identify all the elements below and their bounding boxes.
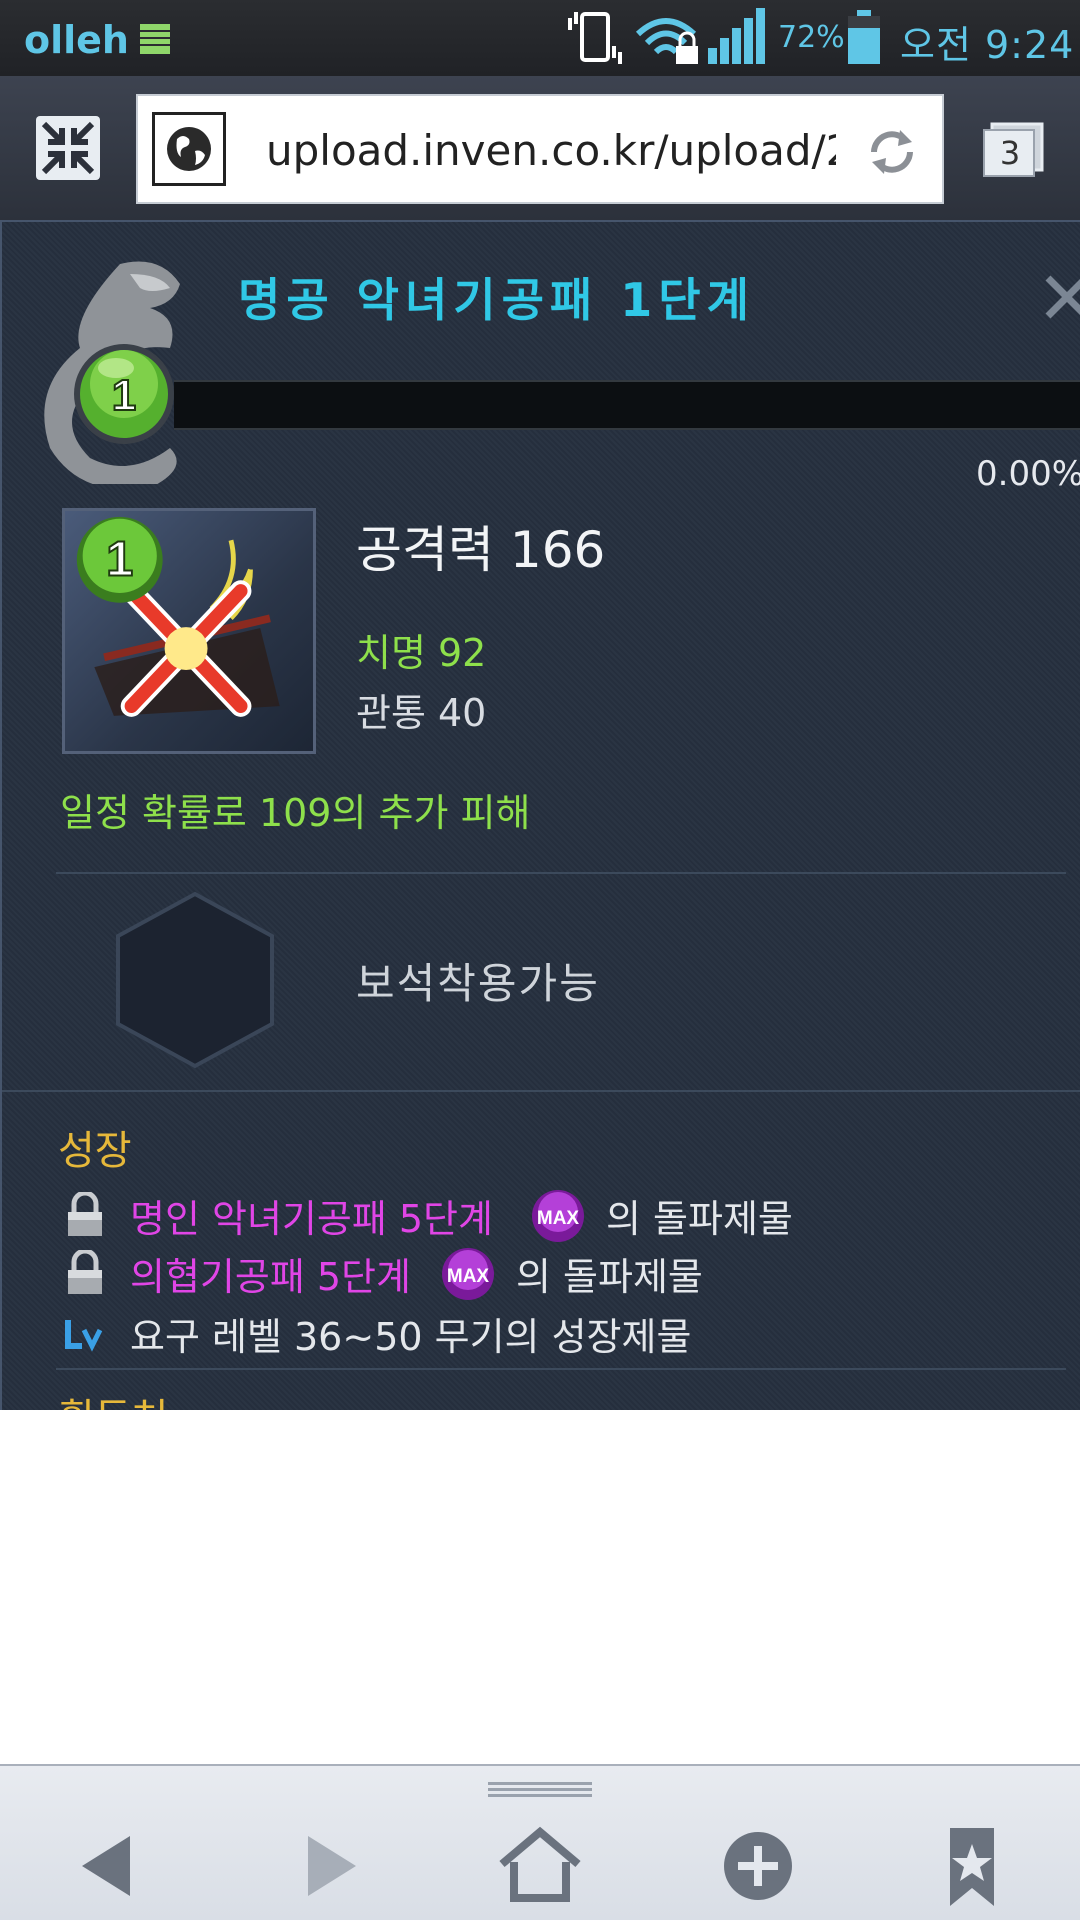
sim-icon (140, 24, 170, 54)
effect-text: 일정 확률로 109의 추가 피해 (60, 791, 531, 835)
wifi-lock-icon (635, 18, 698, 64)
bookmark-icon[interactable] (924, 1818, 1020, 1914)
gem-slot-icon (116, 891, 274, 1069)
lock-icon (68, 1192, 102, 1236)
gem-slot-label: 보석착용가능 (356, 959, 600, 1008)
attack-stat: 공격력 166 (356, 521, 606, 579)
acquisition-heading: 획득처 (58, 1386, 168, 1410)
lv-icon (65, 1320, 103, 1352)
address-bar[interactable]: upload.inven.co.kr/upload/20 (136, 94, 944, 204)
battery-icon (848, 10, 880, 64)
dragon-emblem-icon: 1 (44, 261, 180, 484)
growth-item-name: 명인 악녀기공패 5단계 (130, 1197, 493, 1241)
status-bar: olleh 72% 오전 9:24 (0, 0, 1080, 76)
new-tab-icon[interactable] (710, 1818, 806, 1914)
growth-item-suffix: 의 돌파제물 (516, 1255, 703, 1299)
vibrate-icon (568, 12, 622, 64)
forward-icon[interactable] (282, 1818, 378, 1914)
home-icon[interactable] (492, 1818, 588, 1914)
growth-requirement: 요구 레벨 36~50 무기의 성장제물 (130, 1315, 692, 1359)
tab-count: 3 (999, 134, 1021, 172)
back-icon[interactable] (60, 1818, 156, 1914)
fullscreen-exit-icon (41, 121, 95, 175)
divider (56, 872, 1066, 874)
url-text[interactable]: upload.inven.co.kr/upload/20 (266, 126, 836, 182)
item-icon: 1 (62, 508, 316, 754)
reload-icon[interactable] (862, 122, 922, 182)
close-icon[interactable] (1042, 272, 1080, 322)
clock: 오전 9:24 (900, 23, 1075, 67)
battery-percent: 72% (778, 20, 845, 55)
item-title: 명공 악녀기공패 1단계 (238, 273, 755, 327)
carrier-label: olleh (24, 18, 129, 62)
fullscreen-exit-button[interactable] (36, 116, 100, 180)
exp-percent: 0.00% (976, 454, 1080, 494)
browser-bottom-nav (0, 1764, 1080, 1920)
globe-icon (167, 127, 211, 171)
emblem-level: 1 (112, 371, 136, 420)
svg-text:MAX: MAX (537, 1208, 580, 1229)
crit-stat: 치명 92 (356, 631, 487, 675)
pierce-stat: 관통 40 (356, 691, 487, 735)
item-tooltip: 1 명공 악녀기공패 1단계 0.00% 1 공격력 166 치명 92 관통 … (0, 220, 1080, 1410)
signal-icon (708, 8, 765, 64)
browser-toolbar: upload.inven.co.kr/upload/20 3 (0, 76, 1080, 220)
max-badge-icon: MAX (532, 1190, 584, 1242)
max-badge-icon: MAX (442, 1248, 494, 1300)
drag-handle-icon[interactable] (488, 1780, 592, 1798)
divider (2, 1090, 1080, 1092)
item-art-icon: 1 (76, 516, 280, 717)
exp-progress-bar (174, 380, 1080, 430)
growth-item-suffix: 의 돌파제물 (606, 1197, 793, 1241)
growth-heading: 성장 (58, 1128, 132, 1174)
growth-item-name: 의협기공패 5단계 (130, 1255, 411, 1299)
svg-text:MAX: MAX (447, 1266, 490, 1287)
lock-icon (68, 1250, 102, 1294)
site-info-button[interactable] (152, 112, 226, 186)
divider (56, 1368, 1066, 1370)
item-icon-level: 1 (106, 532, 133, 586)
